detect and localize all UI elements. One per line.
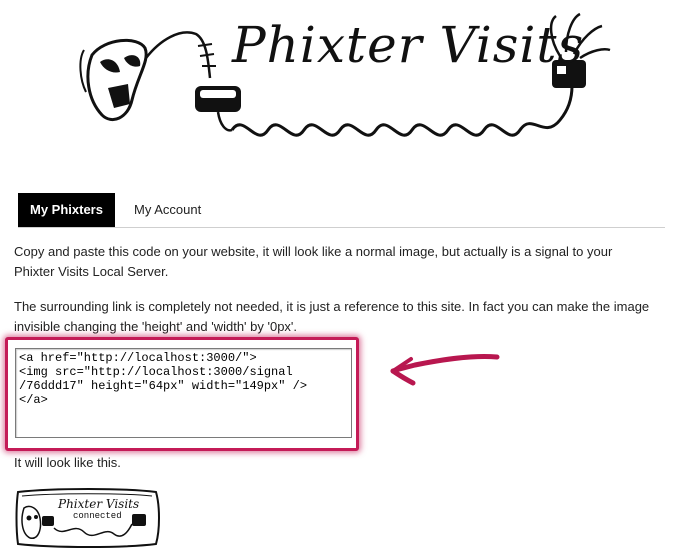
site-header: Phixter Visits [0, 0, 674, 150]
tab-bar: My Phixters My Account [18, 193, 665, 228]
tab-my-phixters[interactable]: My Phixters [18, 193, 115, 227]
badge-status: connected [73, 511, 122, 521]
instructions-paragraph-2: The surrounding link is completely not n… [14, 299, 650, 334]
instructions-paragraph-1: Copy and paste this code on your website… [14, 244, 613, 279]
logo-title: Phixter Visits [232, 16, 585, 74]
pointer-arrow-icon [390, 353, 500, 386]
code-highlight-frame: <a href="http://localhost:3000/"> <img s… [5, 337, 359, 451]
badge-title: Phixter Visits [58, 497, 140, 511]
plug-left-icon [195, 86, 241, 132]
preview-label: It will look like this. [14, 455, 121, 470]
tab-my-account[interactable]: My Account [122, 193, 213, 227]
badge-preview: Phixter Visits connected [14, 486, 164, 555]
embed-code-textarea[interactable]: <a href="http://localhost:3000/"> <img s… [15, 348, 352, 438]
